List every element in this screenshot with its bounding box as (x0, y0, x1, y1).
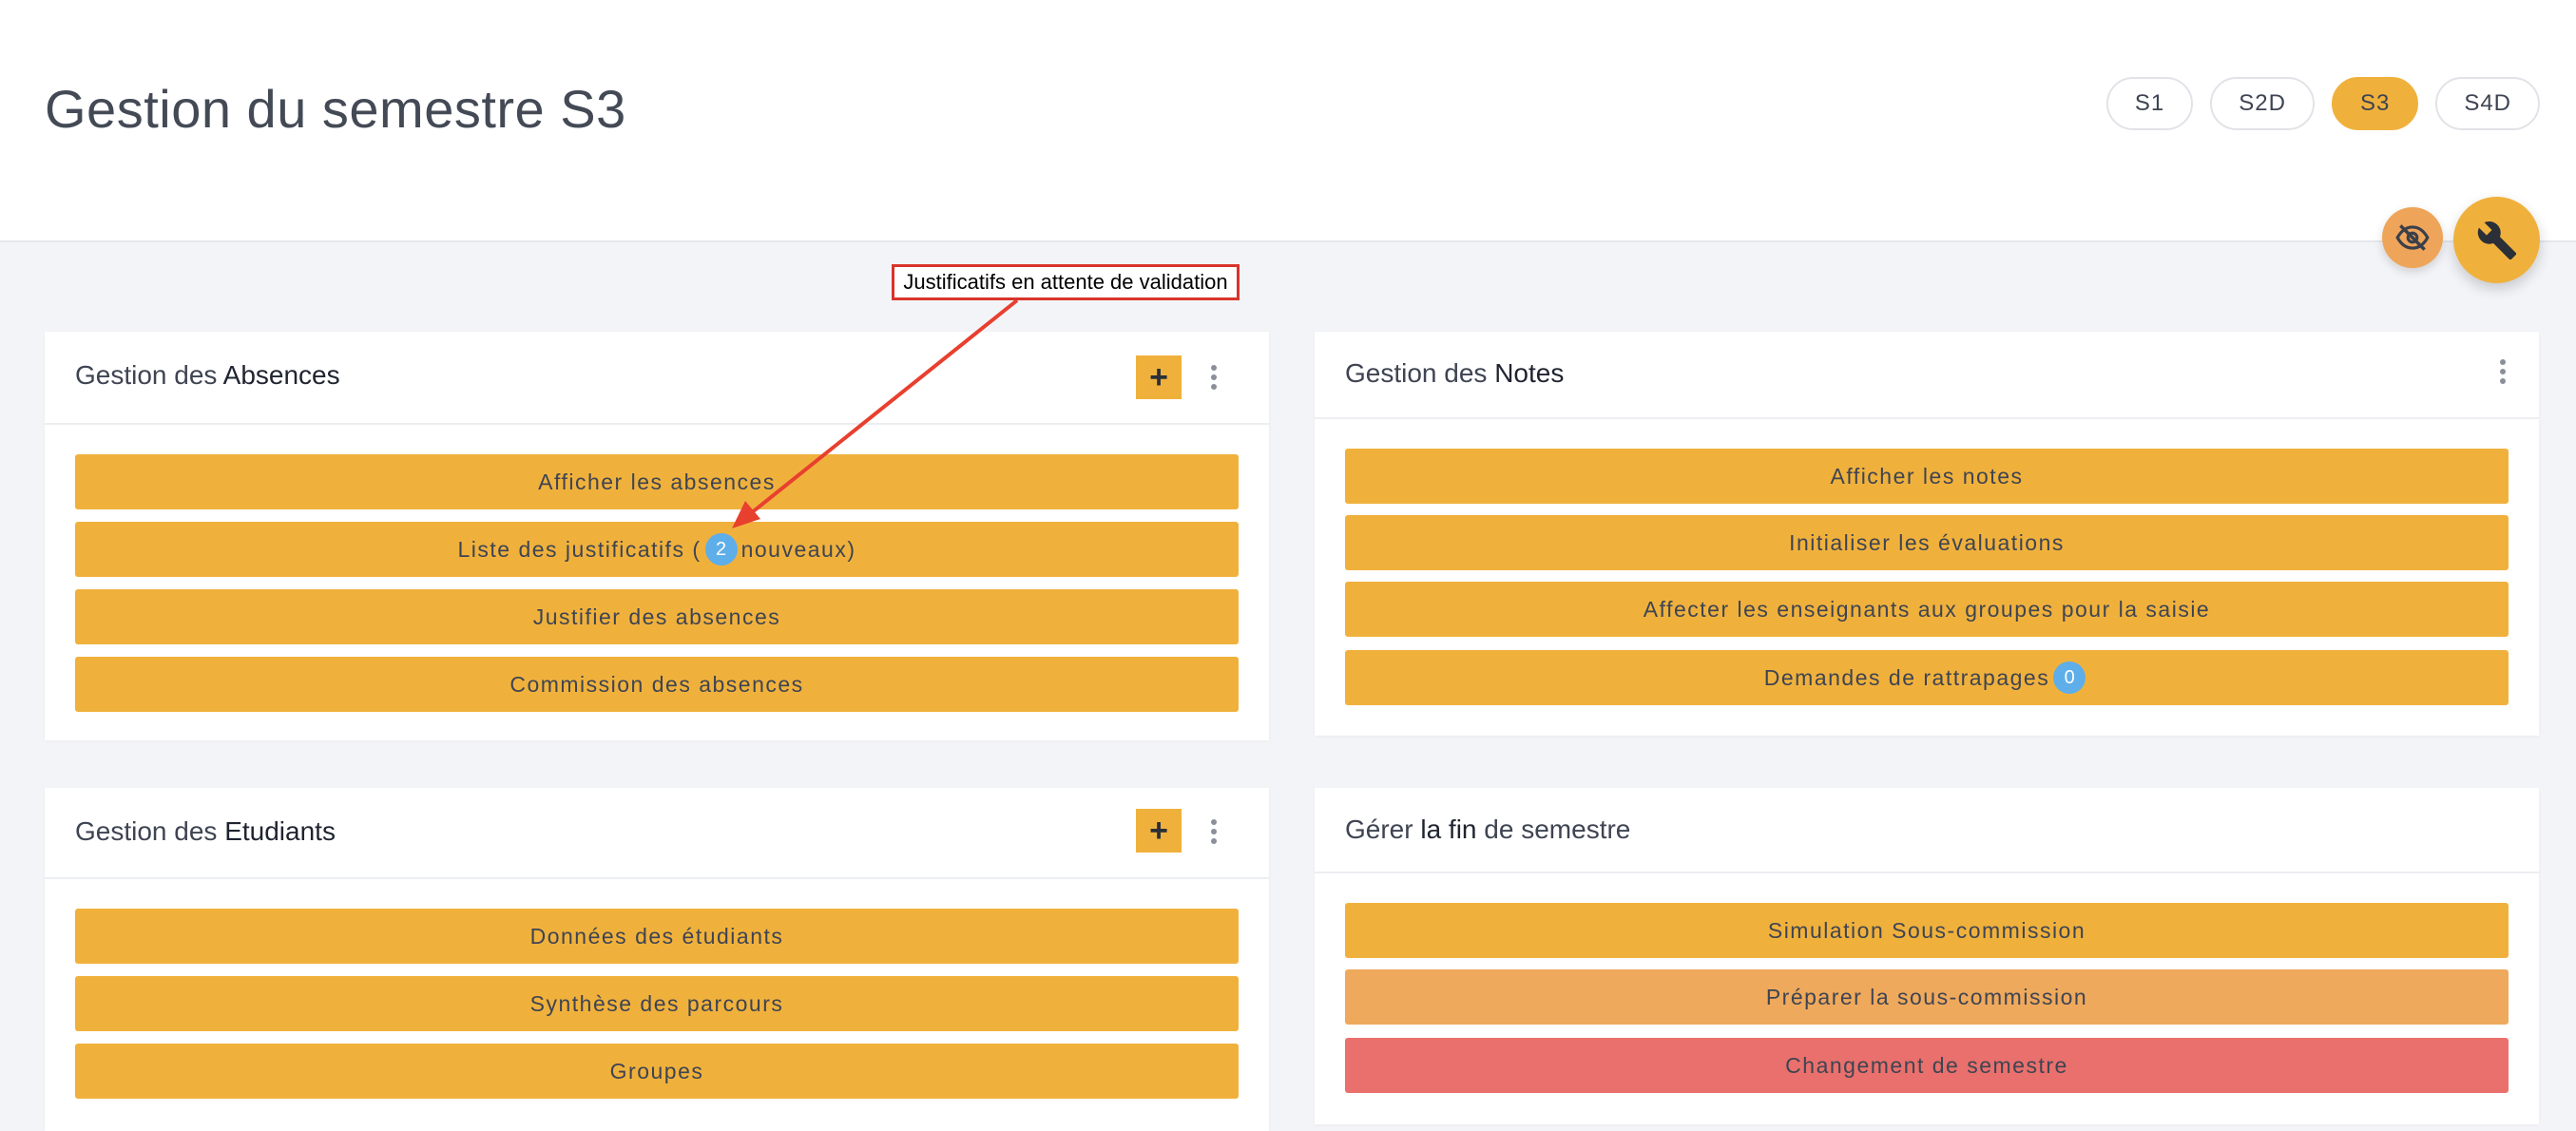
annotation-arrow (732, 298, 1019, 528)
annotation-label: Justificatifs en attente de validation (892, 264, 1240, 300)
